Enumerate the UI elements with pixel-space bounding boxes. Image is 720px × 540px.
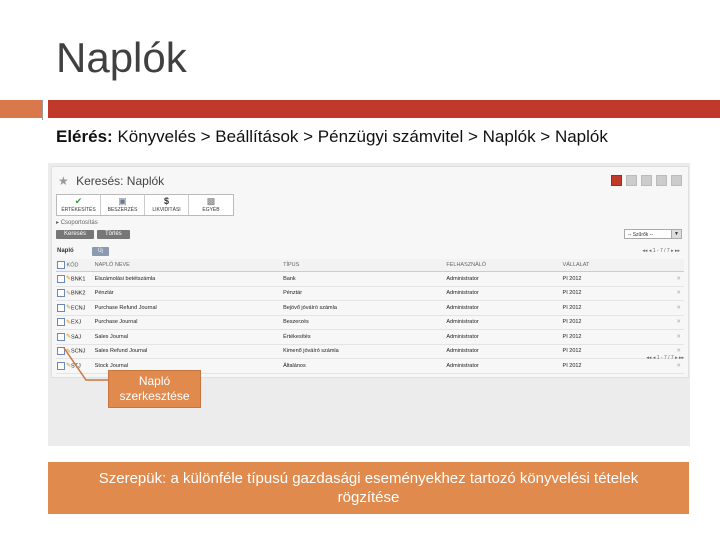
caption-box: Szerepük: a különféle típusú gazdasági e… [48, 462, 689, 514]
callout-line [63, 347, 108, 381]
callout-box: Napló szerkesztése [108, 370, 201, 408]
callout-connector [63, 347, 108, 381]
caption-text: Szerepük: a különféle típusú gazdasági e… [98, 470, 639, 506]
callout-line-2: szerkesztése [119, 389, 190, 403]
callout-line-1: Napló [138, 374, 171, 388]
